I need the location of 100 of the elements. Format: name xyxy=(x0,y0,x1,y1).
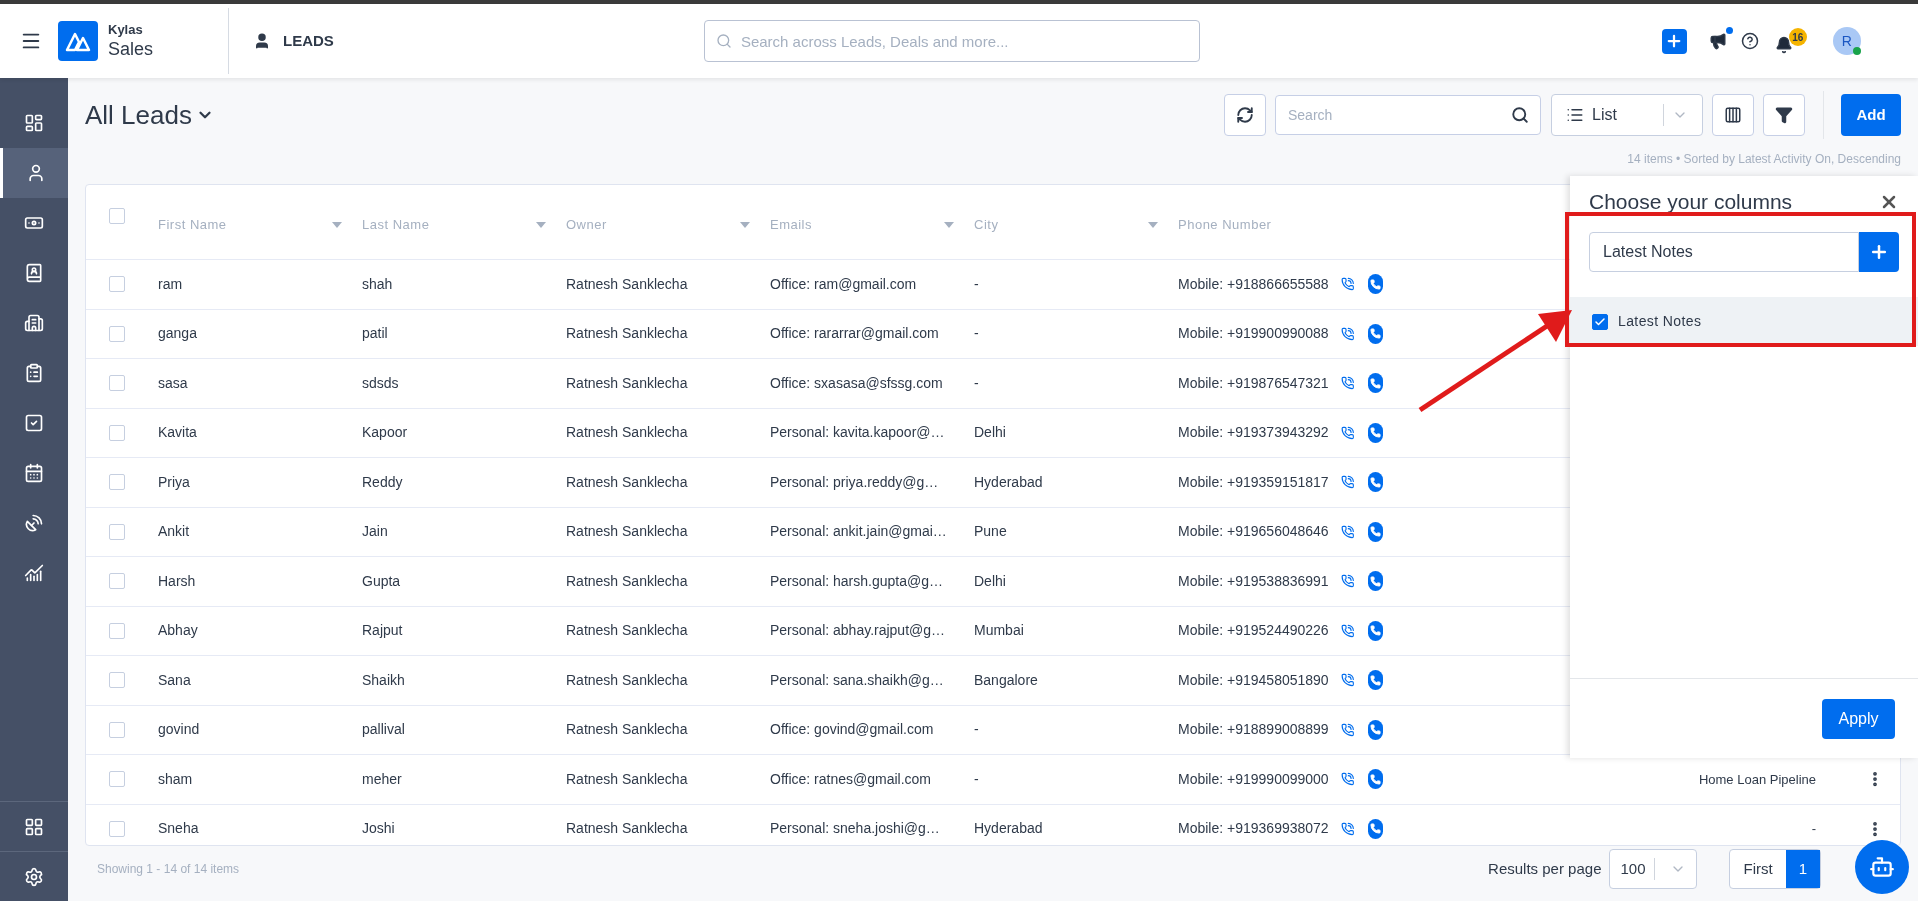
global-search-field[interactable]: Search across Leads, Deals and more... xyxy=(703,20,1200,62)
table-cell-text: Office: ratnes@gmail.com xyxy=(770,769,931,789)
table-cell-text: Mobile: +919990099000 xyxy=(1178,769,1329,789)
satellite-dish-icon xyxy=(24,513,44,533)
apps-icon xyxy=(24,816,44,837)
filter-button[interactable] xyxy=(1763,94,1805,136)
call-button[interactable] xyxy=(1368,422,1383,443)
search-icon xyxy=(715,33,732,49)
table-cell-text: Personal: harsh.gupta@g… xyxy=(770,571,943,591)
table-cell-text: Personal: sneha.joshi@g… xyxy=(770,819,940,839)
column-option[interactable]: Latest Notes xyxy=(1570,297,1918,346)
table-cell-text: Ankit xyxy=(158,522,190,542)
table-cell-text: Mobile: +919373943292 xyxy=(1178,423,1329,443)
checkbox[interactable] xyxy=(1592,313,1608,330)
table-cell-text: Kapoor xyxy=(362,423,408,443)
search-icon xyxy=(1511,106,1529,124)
table-cell-text: Office: ram@gmail.com xyxy=(770,274,917,294)
chat-bot-button[interactable] xyxy=(1855,840,1909,894)
table-cell-text: patil xyxy=(362,324,388,344)
table-cell-text: Office: govind@gmail.com xyxy=(770,720,934,740)
call-button[interactable] xyxy=(1368,719,1383,740)
phone-icon xyxy=(1370,674,1382,686)
table-cell-text: Ratnesh Sanklecha xyxy=(566,274,688,294)
table-cell-text: Personal: abhay.rajput@g… xyxy=(770,621,946,641)
call-button[interactable] xyxy=(1368,670,1383,691)
table-cell-text: Personal: ankit.jain@gmai… xyxy=(770,522,947,542)
table-cell-text: Mobile: +919876547321 xyxy=(1178,373,1329,393)
table-cell-text: sasa xyxy=(158,373,188,393)
call-button[interactable] xyxy=(1368,769,1383,790)
chat-bot-icon xyxy=(1869,854,1895,880)
table-cell-text: Ratnesh Sanklecha xyxy=(566,819,688,839)
table-cell-text: - xyxy=(974,769,979,789)
table-cell-text: Office: sxasasa@sfssg.com xyxy=(770,373,943,393)
table-cell-text: - xyxy=(974,720,979,740)
table-cell-text: Mobile: +918866655588 xyxy=(1178,274,1329,294)
per-page-select[interactable]: 100 xyxy=(1609,849,1698,889)
bell-icon xyxy=(1774,36,1793,54)
phone-icon xyxy=(1370,823,1382,835)
table-cell-text: - xyxy=(1811,820,1816,838)
table-cell-text: Kavita xyxy=(158,423,197,443)
table-cell-text: Mobile: +919538836991 xyxy=(1178,571,1329,591)
table-cell-text: meher xyxy=(362,769,402,789)
table-cell-text: govind xyxy=(158,720,200,740)
table-cell-text: Mobile: +918899008899 xyxy=(1178,720,1329,740)
refresh-button[interactable] xyxy=(1224,94,1266,136)
phone-icon xyxy=(1370,476,1382,488)
add-column-button[interactable] xyxy=(1859,232,1899,272)
table-cell-text: pallival xyxy=(362,720,405,740)
checkbox-icon xyxy=(24,413,44,433)
call-button[interactable] xyxy=(1368,472,1383,493)
logo-icon xyxy=(58,21,98,61)
megaphone-icon xyxy=(1708,32,1727,50)
table-cell-text: Mobile: +919458051890 xyxy=(1178,670,1329,690)
call-button[interactable] xyxy=(1368,323,1383,344)
avatar[interactable]: R xyxy=(1832,27,1861,55)
pagination-button[interactable]: 1 xyxy=(1785,850,1820,888)
calendar-icon xyxy=(24,463,44,483)
table-cell-text: Mumbai xyxy=(974,621,1024,641)
columns-button[interactable] xyxy=(1712,94,1754,136)
notifications-button[interactable]: 16 xyxy=(1772,28,1807,54)
search-field[interactable]: Search xyxy=(1275,95,1541,135)
help-button[interactable] xyxy=(1740,32,1759,50)
column-search-field[interactable]: Latest Notes xyxy=(1589,232,1859,272)
table-cell-text: sdsds xyxy=(362,373,399,393)
table-cell-text: Delhi xyxy=(974,571,1006,591)
table-cell-text: Mobile: +919369938072 xyxy=(1178,819,1329,839)
dashboard-icon xyxy=(24,113,44,133)
chart-icon xyxy=(24,563,44,583)
table-cell-text: Ratnesh Sanklecha xyxy=(566,571,688,591)
help-icon xyxy=(1740,32,1759,50)
table-cell-text: Joshi xyxy=(362,819,395,839)
columns-icon xyxy=(1724,106,1742,124)
table-cell-text: Sneha xyxy=(158,819,199,839)
table-cell-text: Personal: priya.reddy@g… xyxy=(770,472,939,492)
product-name: Sales xyxy=(108,37,154,61)
plus-icon xyxy=(1869,242,1889,262)
quick-add-button[interactable] xyxy=(1661,28,1687,54)
add-button[interactable]: Add xyxy=(1841,94,1901,136)
table-cell-text: Rajput xyxy=(362,621,403,641)
phone-icon xyxy=(1370,724,1382,736)
call-button[interactable] xyxy=(1368,620,1383,641)
table-cell-text: - xyxy=(974,373,979,393)
table-cell-text: Priya xyxy=(158,472,190,492)
table-cell-text: Ratnesh Sanklecha xyxy=(566,423,688,443)
call-button[interactable] xyxy=(1368,571,1383,592)
view-dropdown[interactable]: List xyxy=(1551,94,1703,136)
table-cell-text: Ratnesh Sanklecha xyxy=(566,670,688,690)
call-button[interactable] xyxy=(1368,274,1383,295)
pagination-button[interactable]: First xyxy=(1730,850,1786,888)
call-button[interactable] xyxy=(1368,373,1383,394)
call-button[interactable] xyxy=(1368,521,1383,542)
settings-icon xyxy=(24,866,44,887)
phone-icon xyxy=(1370,427,1382,439)
apply-button[interactable]: Apply xyxy=(1822,698,1895,739)
call-button[interactable] xyxy=(1368,818,1383,839)
clipboard-icon xyxy=(24,363,44,383)
contact-book-icon xyxy=(24,263,44,283)
table-cell-text: Mobile: +919359151817 xyxy=(1178,472,1329,492)
table-cell-text: Abhay xyxy=(158,621,198,641)
phone-icon xyxy=(1370,773,1382,785)
